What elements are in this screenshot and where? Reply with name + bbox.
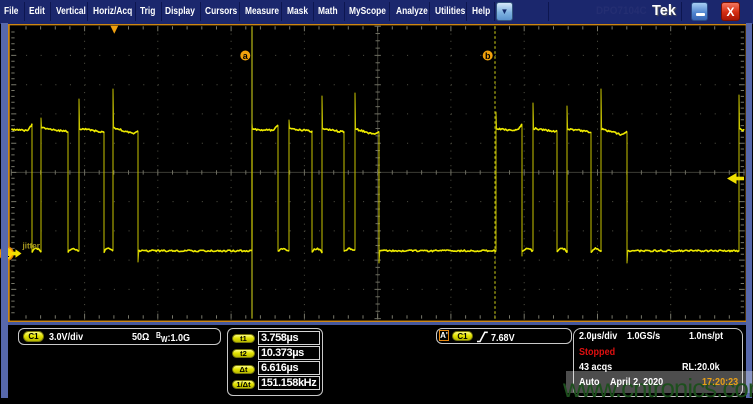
svg-text:jitter: jitter bbox=[22, 242, 40, 251]
svg-text:b: b bbox=[485, 51, 491, 61]
